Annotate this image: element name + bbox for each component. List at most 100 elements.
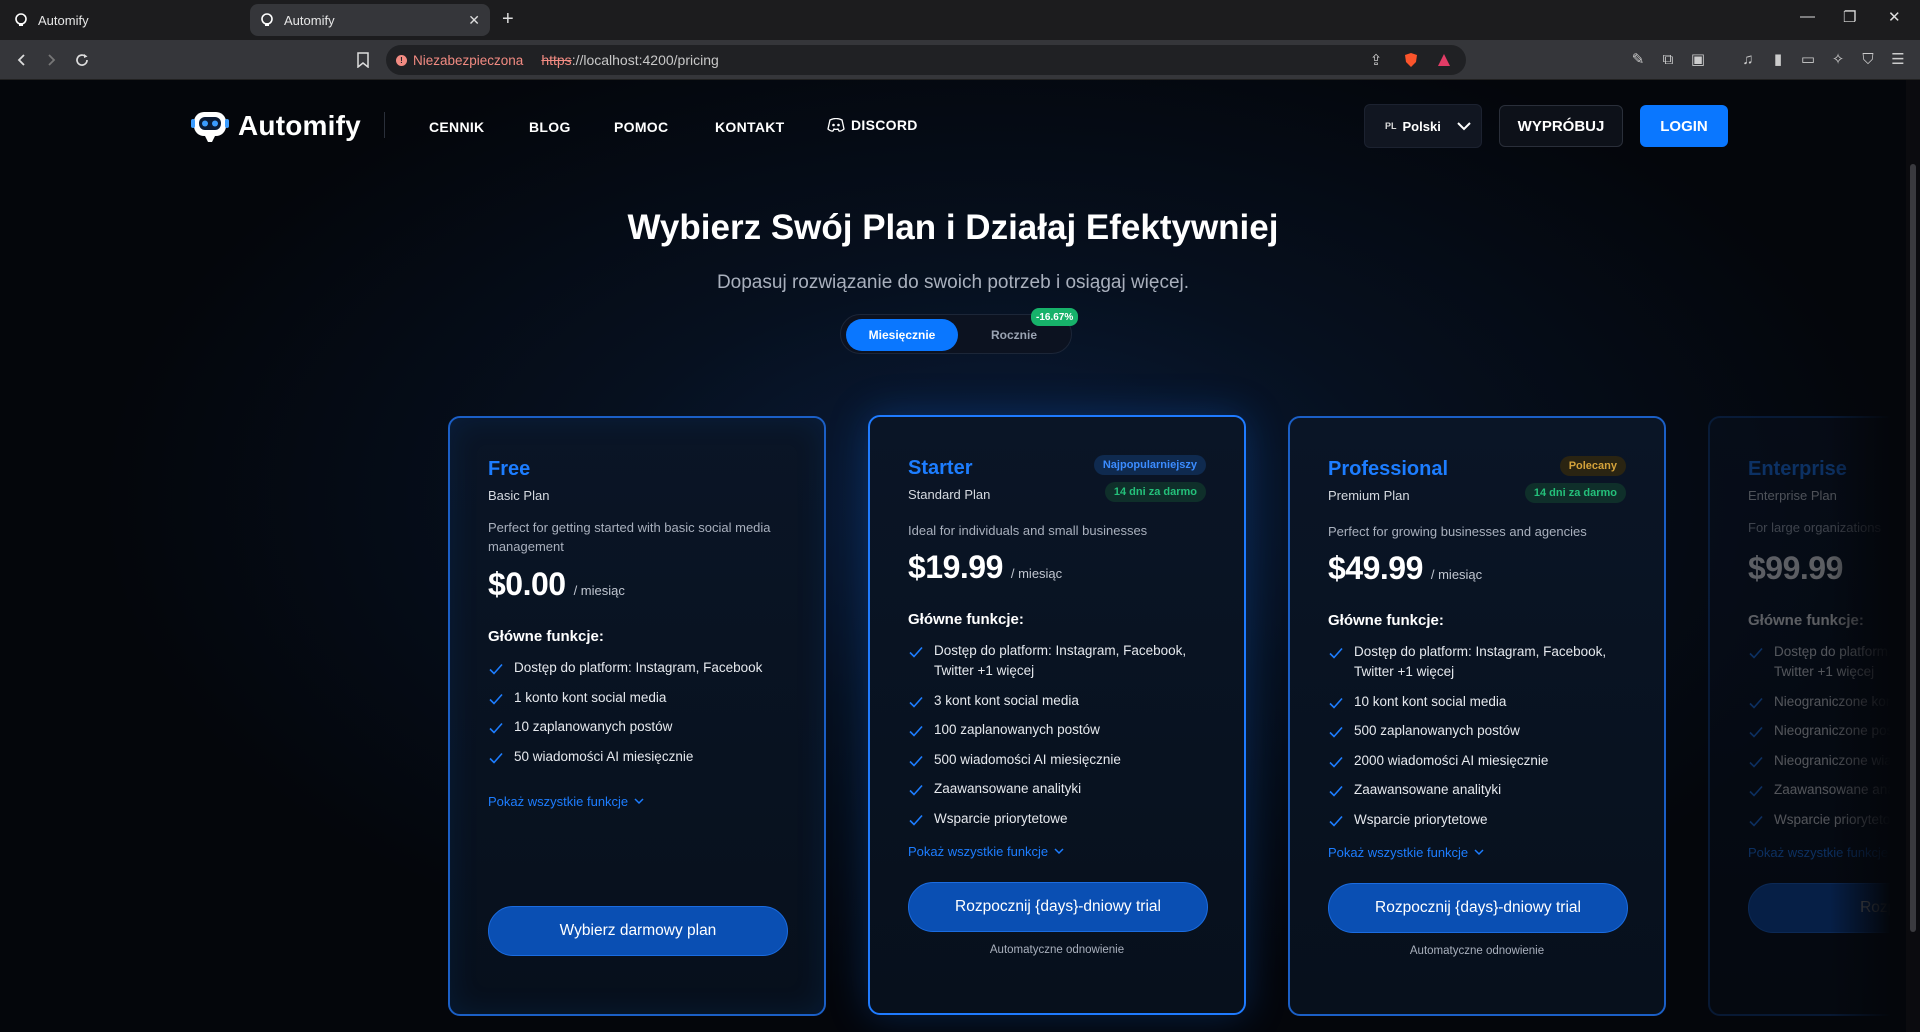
sidebar-icon[interactable]: ▮ [1768,49,1788,69]
check-icon [489,752,503,764]
minimize-icon[interactable]: — [1800,8,1815,25]
language-select[interactable]: PL Polski [1364,104,1482,148]
feature-text: 2000 wiadomości AI miesięcznie [1354,752,1549,768]
start-trial-button[interactable]: Rozpocznij {days}-dniowy trial [908,882,1208,932]
tab-title: Automify [284,12,335,28]
screenshot-icon[interactable]: ▣ [1688,49,1708,69]
nav-cennik[interactable]: CENNIK [429,119,484,135]
browser-toolbar: ! Niezabezpieczona https ://localhost:42… [0,40,1920,80]
chevron-down-icon [1054,848,1064,855]
plan-name: Professional [1328,458,1449,480]
billing-yearly-option[interactable]: Rocznie [991,319,1037,351]
check-icon [489,663,503,675]
price-amount: $19.99 [908,549,1003,585]
login-button[interactable]: LOGIN [1640,105,1728,147]
brave-shield-icon[interactable] [1401,50,1421,70]
leo-ai-icon[interactable]: ✧ [1828,49,1848,69]
check-icon [1329,697,1343,709]
feature-item: 1 konto kont social media [488,688,798,708]
check-icon [909,725,923,737]
show-all-label: Pokaż wszystkie funkcje [908,844,1049,859]
feature-text: Zaawansowane analityki [934,781,1082,796]
recommended-badge: Polecany [1559,456,1626,476]
plan-price: $99.99 [1748,550,1843,587]
feature-item: Wsparcie priorytetowe [1328,810,1638,830]
try-button[interactable]: WYPRÓBUJ [1499,105,1623,147]
feature-text: 50 wiadomości AI miesięcznie [514,748,694,764]
start-trial-button[interactable]: Rozpocznij {days}-dniowy trial [1328,883,1628,933]
show-all-features-link[interactable]: Pokaż wszystkie funkcje [908,844,1064,859]
url-path: ://localhost:4200/pricing [571,52,719,68]
restore-icon[interactable]: ❐ [1843,8,1856,26]
page-scrollbar[interactable] [1906,80,1920,1032]
features-heading: Główne funkcje: [908,611,1024,628]
chevron-down-icon [1457,121,1471,130]
features-heading: Główne funkcje: [1328,612,1444,629]
trial-badge: 14 dni za darmo [1524,483,1626,503]
browser-tab-active[interactable]: Automify ✕ [250,4,490,36]
check-icon [1329,785,1343,797]
nav-discord[interactable]: DISCORD [827,117,918,133]
wallet-icon[interactable]: ▭ [1798,49,1818,69]
discord-icon [827,118,845,132]
brave-rewards-icon[interactable] [1434,50,1454,70]
pen-icon[interactable]: ✎ [1628,49,1648,69]
show-all-features-link[interactable]: Pokaż wszystkie funkcje [1328,845,1484,860]
plan-subtitle: Enterprise Plan [1748,488,1837,503]
trial-badge: 14 dni za darmo [1104,482,1206,502]
language-label: Polski [1402,118,1441,134]
plan-name: Starter [908,457,973,479]
plan-card-free: Free Basic Plan Perfect for getting star… [448,416,826,1016]
price-amount: $49.99 [1328,550,1423,586]
language-flag: PL [1385,121,1397,131]
extensions-icon[interactable]: ⧉ [1658,49,1678,69]
reload-icon[interactable] [71,49,93,71]
show-all-label: Pokaż wszystkie funkcje [1328,845,1469,860]
feature-item: Zaawansowane analityki [1328,780,1638,800]
security-indicator[interactable]: ! Niezabezpieczona [396,53,523,68]
yearly-discount-badge: -16.67% [1031,308,1079,326]
billing-monthly-option[interactable]: Miesięcznie [846,319,958,351]
browser-tab[interactable]: Automify [4,4,244,36]
nav-blog[interactable]: BLOG [529,119,571,135]
feature-text: 10 kont kont social media [1354,693,1507,709]
feature-text: 500 wiadomości AI miesięcznie [934,751,1121,767]
feature-item: Dostęp do platform: Instagram, Facebook [488,658,798,678]
feature-list: Dostęp do platform: Instagram, Facebook … [488,658,798,776]
warning-icon: ! [396,54,407,66]
share-icon[interactable]: ⇪ [1366,50,1386,70]
close-window-icon[interactable]: ✕ [1888,8,1901,26]
feature-item: 10 zaplanowanych postów [488,717,798,737]
plan-description: Ideal for individuals and small business… [908,523,1148,538]
automify-favicon-icon [260,13,274,27]
nav-kontakt[interactable]: KONTAKT [715,119,785,135]
plan-description: Perfect for growing businesses and agenc… [1328,524,1587,539]
new-tab-icon[interactable]: + [502,8,514,30]
tab-title: Automify [38,12,89,28]
feature-item: Dostęp do platform: Instagram, Facebook,… [908,641,1218,681]
menu-icon[interactable]: ☰ [1888,49,1908,69]
billing-toggle[interactable]: Miesięcznie Rocznie -16.67% [840,308,1079,354]
show-all-features-link[interactable]: Pokaż wszystkie funkcje [488,794,644,809]
auto-renewal-note: Automatyczne odnowienie [1409,945,1545,957]
price-period: / miesiąc [1010,566,1063,581]
price-amount: $99.99 [1748,550,1843,586]
pricing-page: Automify CENNIK BLOG POMOC KONTAKT DISCO… [0,80,1920,1032]
feature-list: Dostęp do platform: Instagram, Facebook,… [908,641,1218,838]
media-icon[interactable]: ♫ [1738,49,1758,69]
feature-item: 500 zaplanowanych postów [1328,721,1638,741]
address-bar[interactable]: ! Niezabezpieczona https ://localhost:42… [386,45,1466,75]
scrollbar-thumb[interactable] [1910,164,1916,932]
feature-text: Zaawansowane analityki [1354,782,1502,797]
back-icon[interactable] [11,49,33,71]
choose-free-plan-button[interactable]: Wybierz darmowy plan [488,906,788,956]
close-tab-icon[interactable]: ✕ [468,12,480,29]
check-icon [1749,647,1763,659]
forward-icon[interactable] [40,49,62,71]
brand-logo[interactable]: Automify [190,106,361,146]
feature-item: 500 wiadomości AI miesięcznie [908,750,1218,770]
check-icon [489,722,503,734]
bookmark-icon[interactable] [352,49,374,71]
vpn-icon[interactable]: ⛉ [1858,49,1878,69]
nav-pomoc[interactable]: POMOC [614,119,668,135]
